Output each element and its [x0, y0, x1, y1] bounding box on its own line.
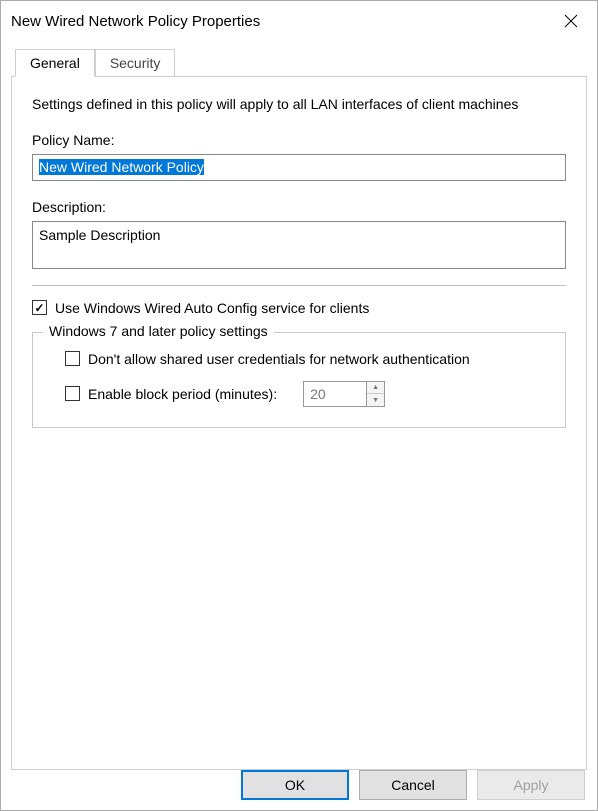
separator [32, 285, 566, 286]
description-value: Sample Description [39, 227, 160, 243]
tab-strip: General Security [15, 49, 587, 76]
enable-block-checkbox[interactable] [65, 386, 80, 401]
no-shared-creds-label: Don't allow shared user credentials for … [88, 351, 470, 367]
ok-button[interactable]: OK [241, 770, 349, 800]
titlebar: New Wired Network Policy Properties [1, 1, 597, 41]
content-area: General Security Settings defined in thi… [1, 41, 597, 770]
block-period-spinner: 20 ▲ ▼ [303, 381, 385, 407]
window-title: New Wired Network Policy Properties [11, 13, 260, 30]
intro-text: Settings defined in this policy will app… [32, 95, 566, 114]
block-period-value: 20 [310, 386, 326, 402]
close-icon [564, 14, 578, 28]
chevron-down-icon: ▼ [372, 397, 379, 404]
tab-panel-general: Settings defined in this policy will app… [11, 76, 587, 770]
description-label: Description: [32, 199, 566, 215]
cancel-button[interactable]: Cancel [359, 770, 467, 800]
tab-general[interactable]: General [15, 49, 95, 77]
enable-block-row[interactable]: Enable block period (minutes): 20 ▲ ▼ [65, 381, 547, 407]
spinner-buttons: ▲ ▼ [367, 381, 385, 407]
win7-group-legend: Windows 7 and later policy settings [43, 323, 274, 339]
no-shared-creds-checkbox[interactable] [65, 351, 80, 366]
tab-security[interactable]: Security [95, 49, 176, 76]
no-shared-creds-row[interactable]: Don't allow shared user credentials for … [65, 351, 547, 367]
policy-name-label: Policy Name: [32, 132, 566, 148]
chevron-up-icon: ▲ [372, 384, 379, 391]
block-period-input[interactable]: 20 [303, 381, 367, 407]
button-bar: OK Cancel Apply [241, 770, 585, 800]
policy-name-input[interactable]: New Wired Network Policy [32, 154, 566, 181]
win7-group: Windows 7 and later policy settings Don'… [32, 332, 566, 428]
description-input[interactable]: Sample Description [32, 221, 566, 269]
enable-block-label: Enable block period (minutes): [88, 386, 277, 402]
close-button[interactable] [545, 2, 597, 40]
use-autoconfig-row[interactable]: Use Windows Wired Auto Config service fo… [32, 300, 566, 316]
dialog-window: New Wired Network Policy Properties Gene… [0, 0, 598, 811]
spinner-up-button[interactable]: ▲ [367, 382, 384, 395]
policy-name-value: New Wired Network Policy [39, 159, 204, 175]
use-autoconfig-checkbox[interactable] [32, 300, 47, 315]
use-autoconfig-label: Use Windows Wired Auto Config service fo… [55, 300, 369, 316]
apply-button: Apply [477, 770, 585, 800]
spinner-down-button[interactable]: ▼ [367, 394, 384, 406]
